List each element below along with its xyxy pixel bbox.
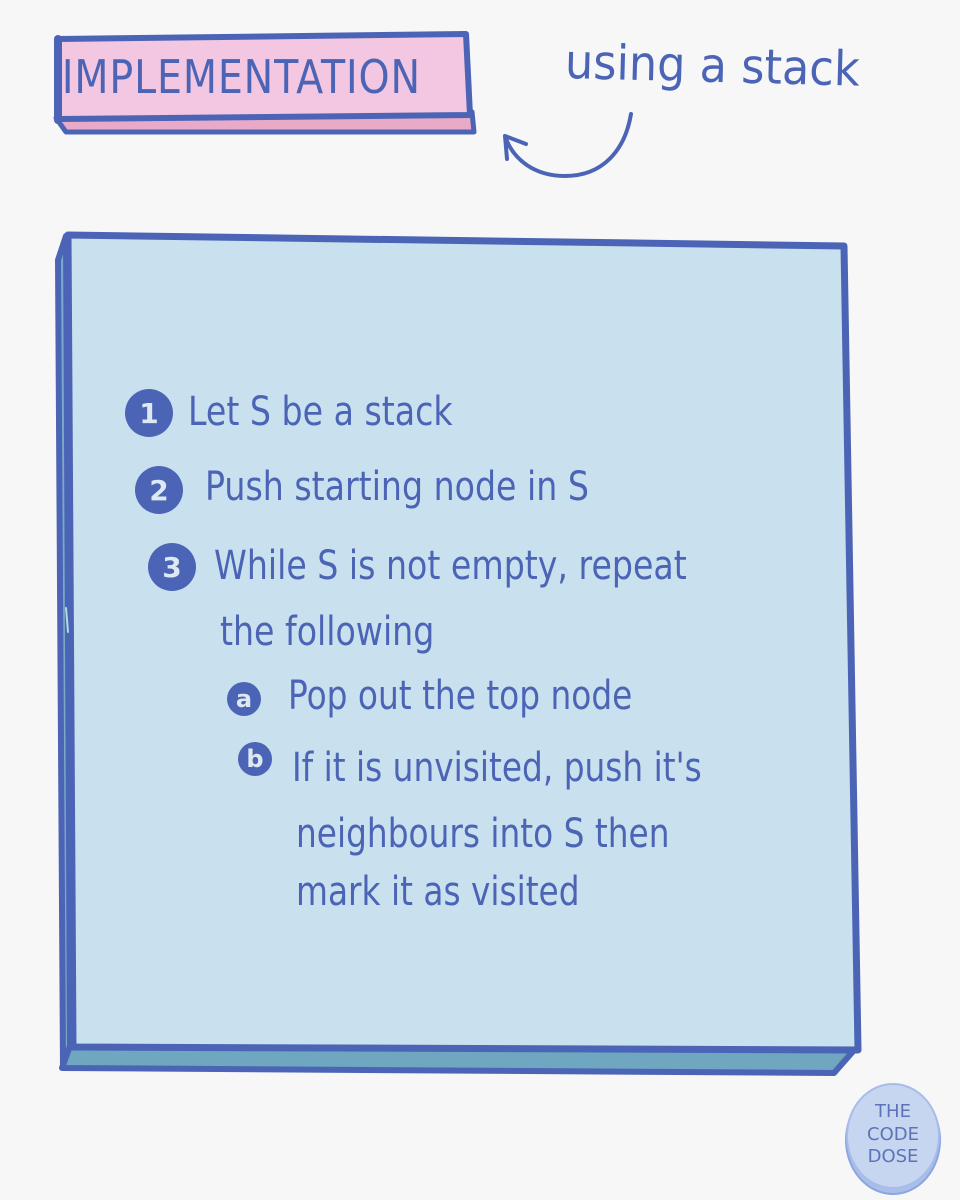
stamp-line-3: DOSE <box>867 1146 919 1168</box>
step-2-number: 2 <box>149 473 169 507</box>
substep-a-letter: a <box>235 685 253 713</box>
step-1-number: 1 <box>139 396 159 430</box>
stamp-line-1: THE <box>875 1101 911 1123</box>
illustration-canvas <box>53 31 941 1195</box>
step-2-text: Push starting node in S <box>205 464 589 510</box>
step-1-text: Let S be a stack <box>188 389 453 435</box>
step-1-badge: 1 <box>125 389 173 437</box>
substep-a-text: Pop out the top node <box>288 673 633 719</box>
board-face <box>64 231 862 1054</box>
substep-b-text-line-2: neighbours into S then <box>296 811 670 857</box>
stamp-line-2: CODE <box>867 1123 919 1145</box>
step-3-badge: 3 <box>148 543 196 591</box>
page-title: IMPLEMENTATION <box>61 50 421 104</box>
substep-b-text-line-1: If it is unvisited, push it's <box>292 745 702 791</box>
step-3-text-line-1: While S is not empty, repeat <box>214 543 687 589</box>
step-2-badge: 2 <box>135 466 183 514</box>
substep-a-badge: a <box>227 682 261 716</box>
substep-b-letter: b <box>246 745 264 773</box>
substep-b-badge: b <box>238 742 272 776</box>
step-3-text-line-2: the following <box>220 609 435 655</box>
subtitle: using a stack <box>564 34 861 98</box>
substep-b-text-line-3: mark it as visited <box>296 869 580 915</box>
step-3-number: 3 <box>162 550 182 584</box>
brand-stamp: THE CODE DOSE <box>845 1087 941 1183</box>
